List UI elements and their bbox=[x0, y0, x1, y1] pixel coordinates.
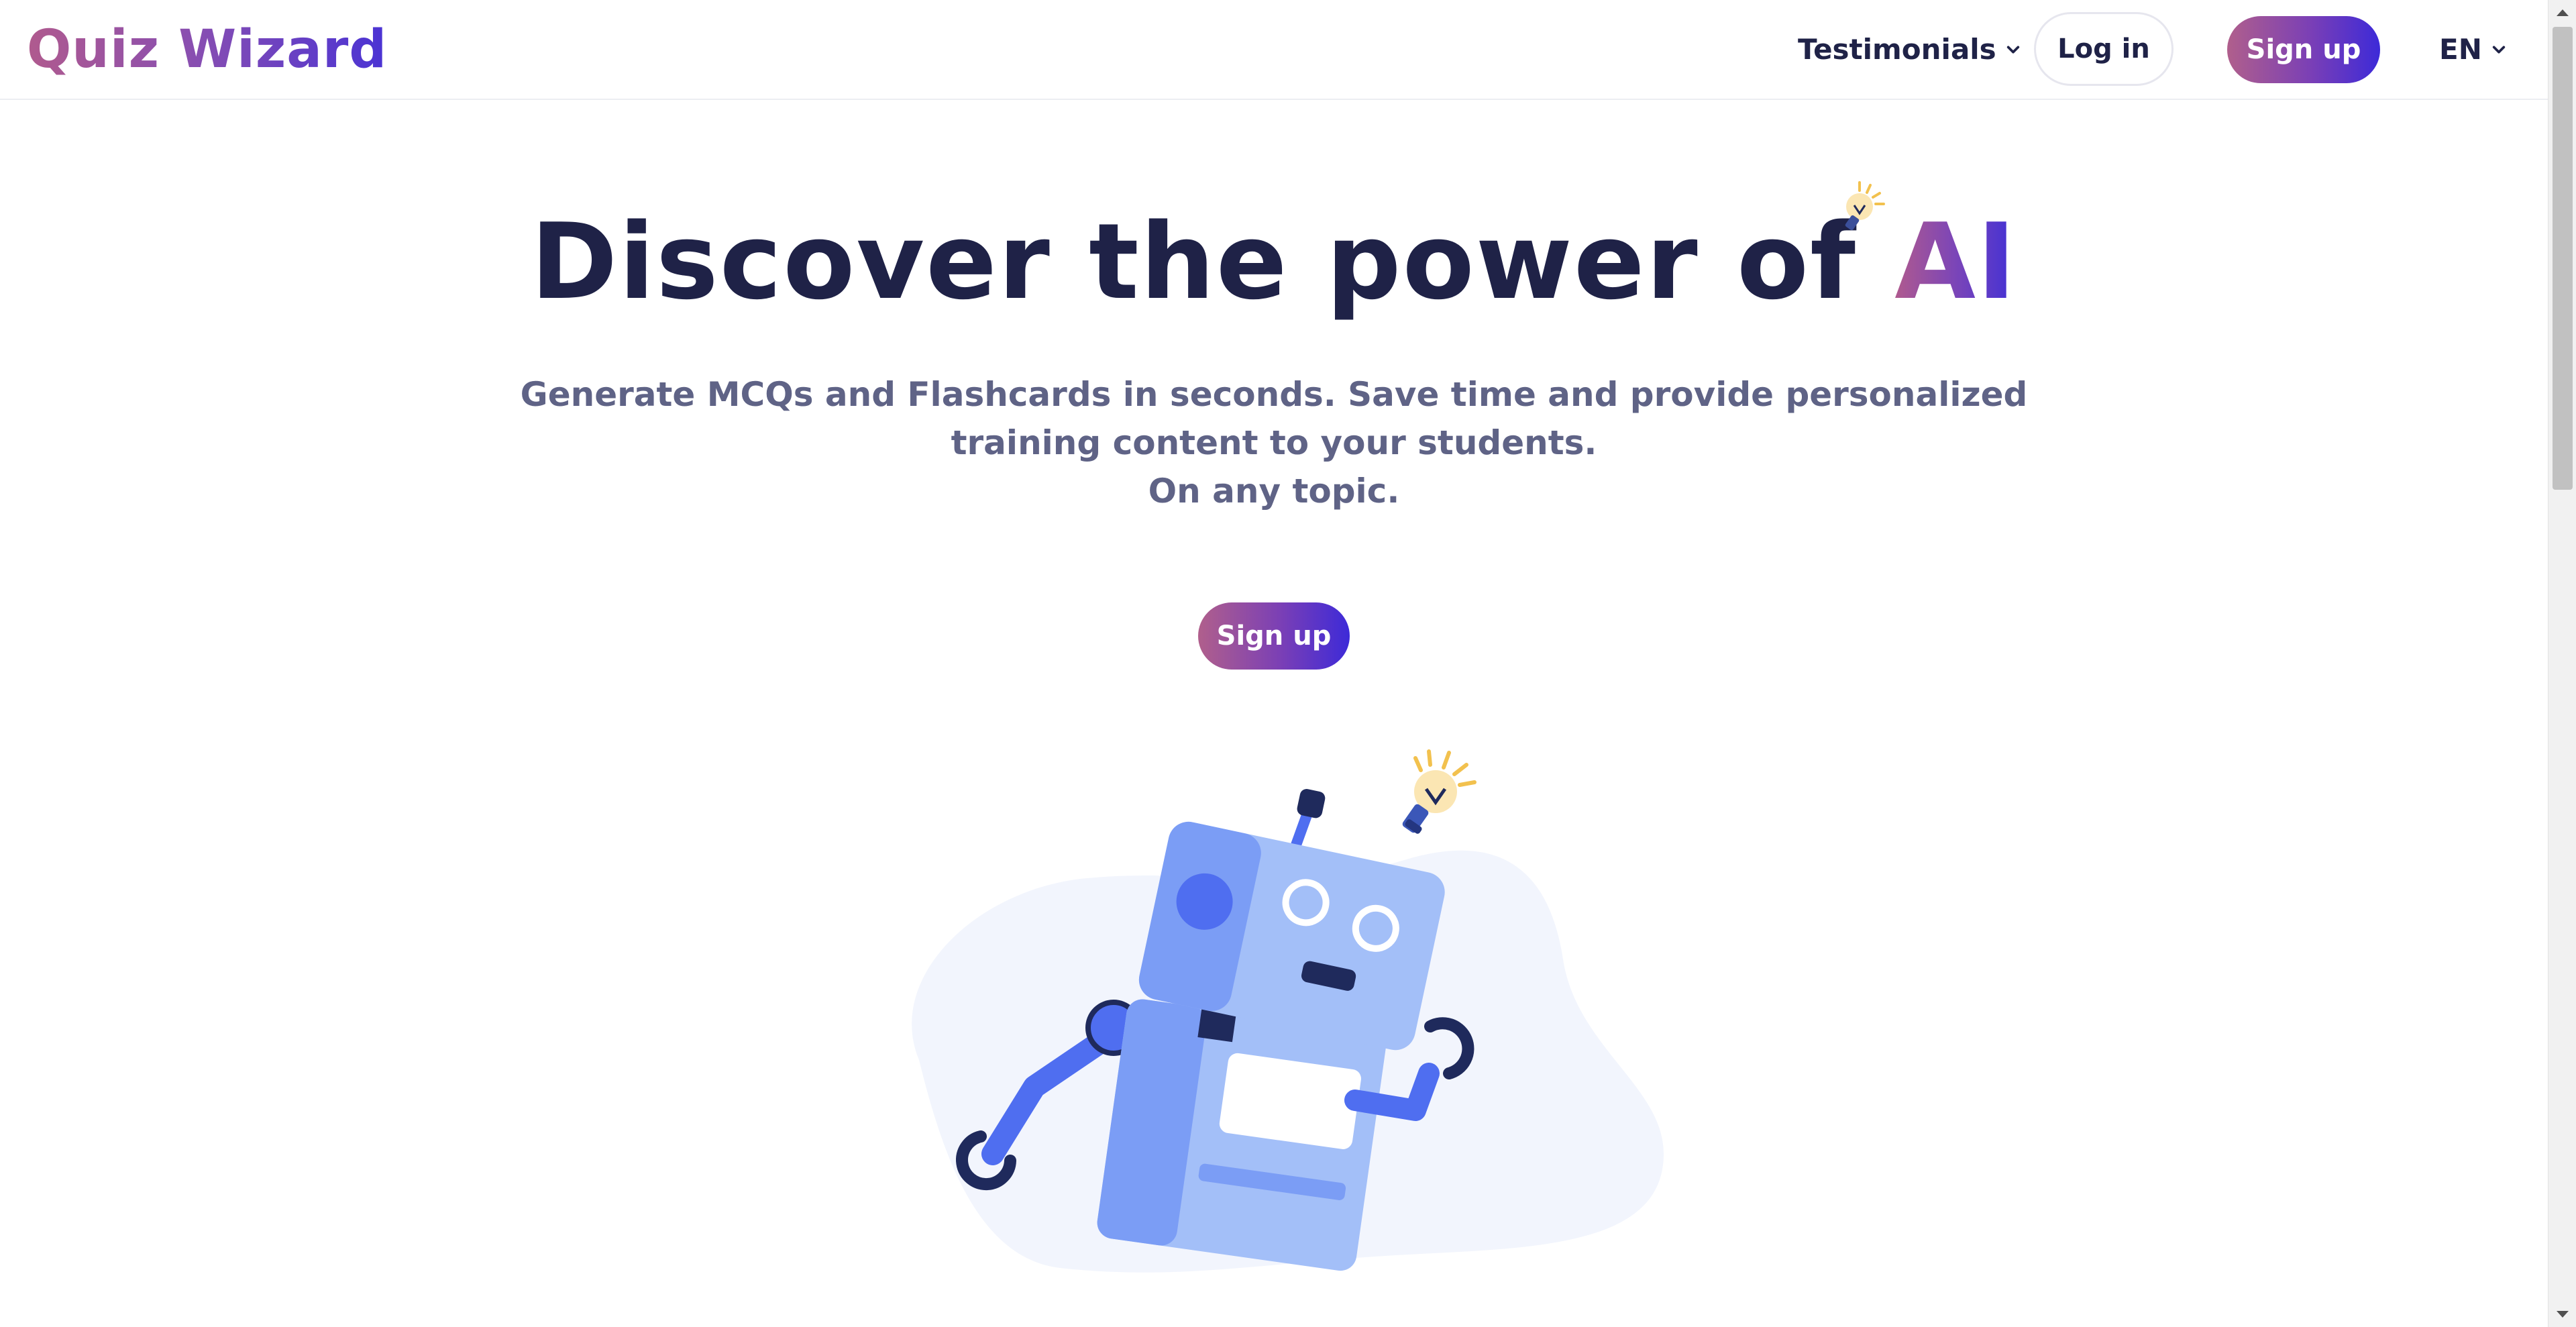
page-scrollbar[interactable] bbox=[2548, 0, 2576, 1327]
login-button[interactable]: Log in bbox=[2034, 12, 2174, 86]
scroll-up-arrow-icon[interactable] bbox=[2557, 9, 2569, 16]
chevron-down-icon bbox=[2006, 46, 2019, 54]
top-navbar: Quiz Wizard Testimonials Log in Sign up … bbox=[0, 0, 2548, 100]
hero-subtitle: Generate MCQs and Flashcards in seconds.… bbox=[0, 370, 2548, 515]
lightbulb-icon bbox=[1845, 181, 1885, 231]
chevron-down-icon bbox=[2492, 46, 2506, 54]
nav-testimonials-label: Testimonials bbox=[1798, 33, 1996, 66]
robot-illustration bbox=[912, 749, 1664, 1273]
hero-subtitle-line2: training content to your students. bbox=[951, 423, 1597, 462]
hero-title-main: Discover the power of bbox=[530, 201, 1895, 323]
signup-button-hero[interactable]: Sign up bbox=[1198, 602, 1350, 670]
language-label: EN bbox=[2439, 33, 2482, 66]
signup-button-header[interactable]: Sign up bbox=[2227, 16, 2380, 83]
scrollbar-thumb[interactable] bbox=[2553, 27, 2573, 490]
logo[interactable]: Quiz Wizard bbox=[27, 16, 387, 83]
language-selector[interactable]: EN bbox=[2439, 30, 2506, 70]
hero-subtitle-line3: On any topic. bbox=[1148, 472, 1400, 511]
hero-title: Discover the power of AI bbox=[0, 195, 2548, 329]
hero-subtitle-line1: Generate MCQs and Flashcards in seconds.… bbox=[520, 375, 2028, 414]
hero-title-accent: AI bbox=[1894, 201, 2018, 323]
lightbulb-icon bbox=[1402, 749, 1477, 834]
scroll-down-arrow-icon[interactable] bbox=[2557, 1311, 2569, 1318]
nav-testimonials-dropdown[interactable]: Testimonials bbox=[1798, 30, 2021, 70]
